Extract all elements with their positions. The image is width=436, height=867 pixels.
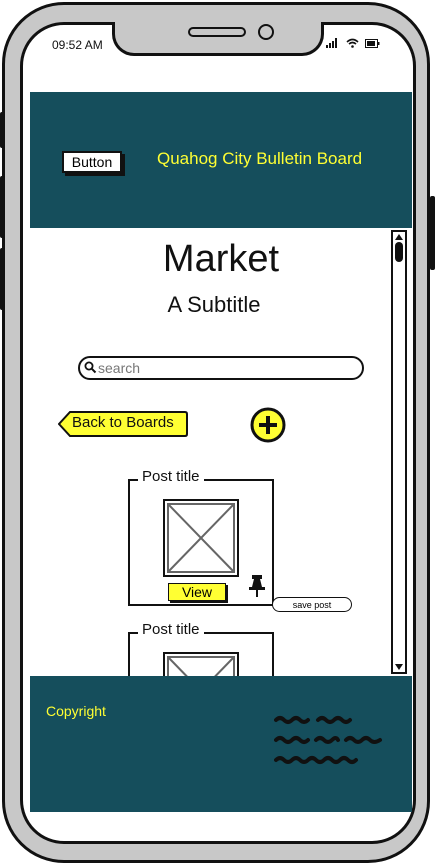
image-placeholder-icon <box>163 499 239 577</box>
signal-icon <box>326 38 337 48</box>
search-icon <box>84 361 97 374</box>
page-title: Market <box>162 238 280 280</box>
app-title: Quahog City Bulletin Board <box>157 149 363 168</box>
post-title: Post title <box>138 621 204 638</box>
search-input[interactable] <box>98 358 348 378</box>
search-box[interactable] <box>78 356 364 380</box>
save-post-button[interactable]: save post <box>272 597 352 612</box>
scroll-down-icon[interactable] <box>394 663 404 671</box>
pin-icon[interactable] <box>248 574 266 598</box>
status-time: 09:52 AM <box>52 38 103 52</box>
status-icons <box>326 38 380 48</box>
footer-scribble <box>274 716 382 764</box>
post-title: Post title <box>138 468 204 485</box>
copyright-text: Copyright <box>46 703 106 719</box>
scroll-up-icon[interactable] <box>394 233 404 241</box>
scroll-thumb[interactable] <box>395 242 403 262</box>
add-icon[interactable] <box>250 407 286 443</box>
wifi-icon <box>346 38 359 48</box>
phone-side-button <box>0 112 5 148</box>
battery-icon <box>365 38 380 48</box>
speaker-icon <box>188 27 246 37</box>
back-to-boards-label: Back to Boards <box>72 414 174 431</box>
phone-side-button <box>430 196 435 270</box>
phone-side-button <box>0 248 5 310</box>
view-button[interactable]: View <box>168 583 226 601</box>
phone-side-button <box>0 176 5 238</box>
header-button[interactable]: Button <box>62 151 122 173</box>
scrollbar[interactable] <box>391 230 407 674</box>
camera-icon <box>258 24 274 40</box>
page-subtitle: A Subtitle <box>167 292 261 317</box>
